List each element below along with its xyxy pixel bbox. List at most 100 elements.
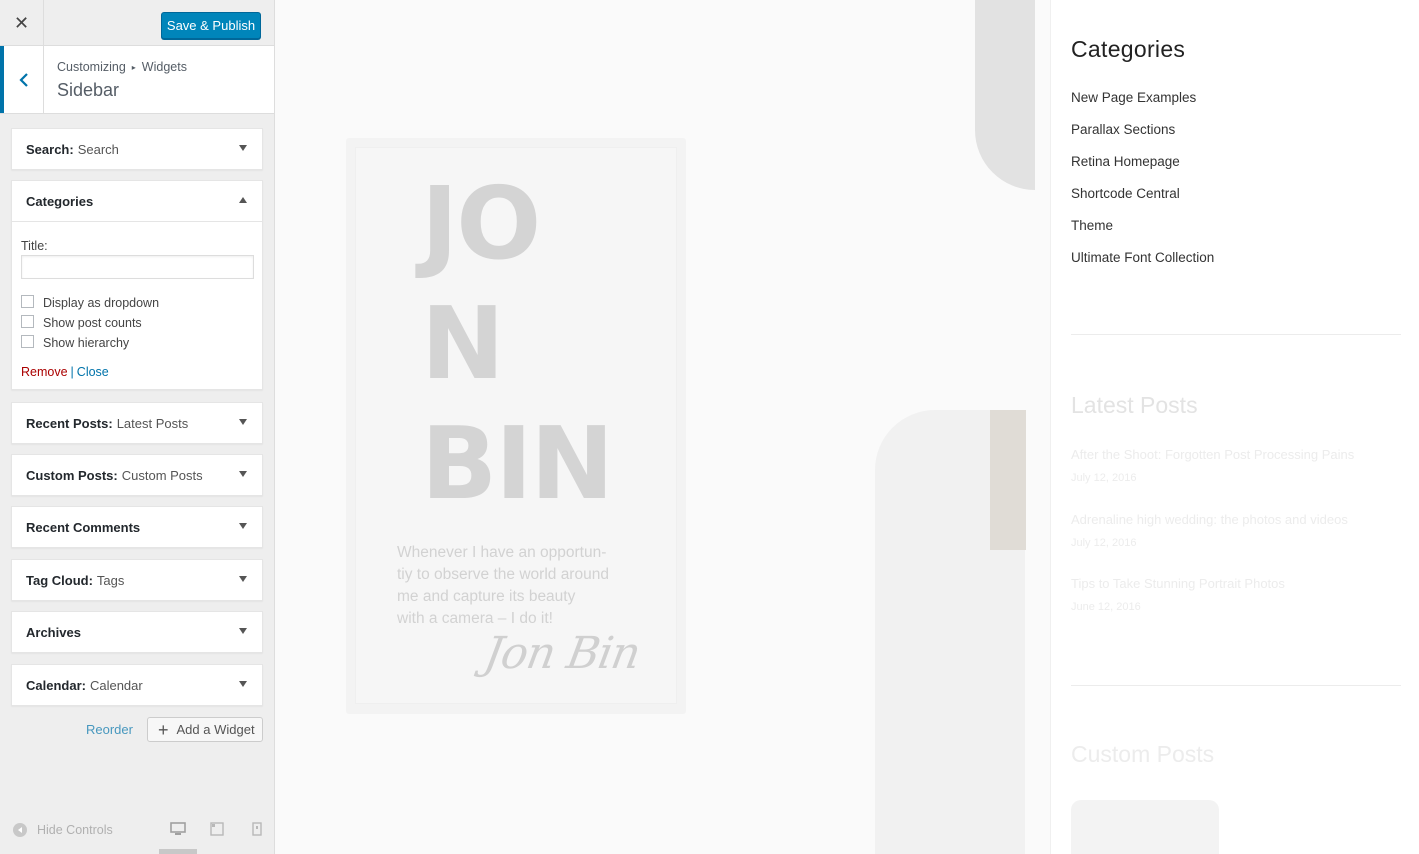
expand-arrow-icon[interactable] <box>239 471 247 477</box>
desktop-preview-icon[interactable] <box>170 822 186 836</box>
widget-title: Tags <box>96 572 125 588</box>
expand-arrow-icon[interactable] <box>239 523 247 529</box>
widget-title: Latest Posts <box>116 415 189 431</box>
collapse-icon <box>13 823 27 837</box>
expand-arrow-icon[interactable] <box>239 419 247 425</box>
widget-recent-comments[interactable]: Recent Comments <box>11 506 263 548</box>
breadcrumb-root: Customizing <box>57 60 126 74</box>
widget-recent-posts[interactable]: Recent Posts: Latest Posts <box>11 402 263 444</box>
widget-name: Tag Cloud: <box>26 572 93 588</box>
latest-post-item[interactable]: After the Shoot: Forgotten Post Processi… <box>1071 447 1354 484</box>
hero-photo-hat <box>975 0 1035 190</box>
hero-quote-line: with a camera – I do it! <box>397 610 553 627</box>
hero-quote-line: tiy to observe the world around <box>397 566 609 583</box>
customizer-topbar: ✕ Save & Publish <box>0 0 274 46</box>
post-title[interactable]: Adrenaline high wedding: the photos and … <box>1071 512 1348 527</box>
custom-post-thumbnail[interactable] <box>1071 800 1219 854</box>
categories-heading: Categories <box>1071 36 1186 62</box>
custom-posts-heading: Custom Posts <box>1071 741 1215 767</box>
back-button[interactable] <box>0 46 44 113</box>
widget-search[interactable]: Search: Search <box>11 128 263 170</box>
close-icon: ✕ <box>13 12 30 34</box>
category-link[interactable]: Ultimate Font Collection <box>1071 250 1214 282</box>
plus-icon: + <box>158 719 169 740</box>
sidebar-divider <box>1050 0 1051 854</box>
hide-controls-label: Hide Controls <box>37 823 113 837</box>
actions-separator: | <box>70 365 74 379</box>
expand-arrow-icon[interactable] <box>239 576 247 582</box>
footer-controls: Hide Controls <box>0 818 274 854</box>
expand-arrow-icon[interactable] <box>239 681 247 687</box>
section-divider <box>1071 334 1401 335</box>
title-label: Title: <box>21 239 48 253</box>
widget-actions: Remove | Close <box>21 365 253 379</box>
section-divider <box>1071 685 1401 686</box>
expand-arrow-icon[interactable] <box>239 628 247 634</box>
post-title[interactable]: Tips to Take Stunning Portrait Photos <box>1071 576 1285 591</box>
category-link[interactable]: Parallax Sections <box>1071 122 1214 154</box>
checkbox[interactable] <box>21 334 34 348</box>
add-widget-button[interactable]: + Add a Widget <box>147 717 263 742</box>
hero-quote-line: me and capture its beauty <box>397 588 576 605</box>
hero-name-line2: N <box>421 285 505 402</box>
remove-link[interactable]: Remove <box>21 365 68 379</box>
post-date: June 12, 2016 <box>1071 601 1141 613</box>
breadcrumb: Customizing ▸ Widgets <box>57 60 187 74</box>
widget-tag-cloud[interactable]: Tag Cloud: Tags <box>11 559 263 601</box>
hide-controls-button[interactable]: Hide Controls <box>13 823 113 837</box>
post-date: July 12, 2016 <box>1071 537 1137 549</box>
checkbox-label: Show post counts <box>43 316 142 330</box>
active-device-indicator <box>159 849 197 854</box>
post-title[interactable]: After the Shoot: Forgotten Post Processi… <box>1071 447 1354 462</box>
mobile-preview-icon[interactable] <box>249 822 265 836</box>
latest-post-item[interactable]: Adrenaline high wedding: the photos and … <box>1071 512 1348 549</box>
widget-name: Search: <box>26 141 74 157</box>
tablet-preview-icon[interactable] <box>209 822 225 836</box>
widget-name: Recent Posts: <box>26 415 113 431</box>
checkbox[interactable] <box>21 294 34 308</box>
category-link[interactable]: Theme <box>1071 218 1214 250</box>
reorder-link[interactable]: Reorder <box>86 722 133 737</box>
section-title: Sidebar <box>57 80 120 100</box>
breadcrumb-separator-icon: ▸ <box>131 62 136 72</box>
categories-list: New Page Examples Parallax Sections Reti… <box>1071 90 1214 282</box>
latest-post-item[interactable]: Tips to Take Stunning Portrait Photos Ju… <box>1071 576 1285 613</box>
checkbox-label: Display as dropdown <box>43 296 160 310</box>
site-preview: JO N BIN Whenever I have an opportun- ti… <box>275 0 1419 854</box>
expand-arrow-icon[interactable] <box>239 145 247 151</box>
hero-signature: Jon Bin <box>480 628 644 679</box>
collapse-arrow-icon[interactable] <box>239 197 247 203</box>
widget-name: Recent Comments <box>26 519 141 535</box>
customizer-panel: ✕ Save & Publish Customizing ▸ Widgets S… <box>0 0 275 854</box>
add-widget-label: Add a Widget <box>176 722 255 737</box>
chevron-left-icon <box>18 72 28 87</box>
checkbox-show-hierarchy[interactable]: Show hierarchy <box>21 333 253 353</box>
post-date: July 12, 2016 <box>1071 472 1137 484</box>
hero-quote: Whenever I have an opportun- tiy to obse… <box>397 542 637 630</box>
section-header: Customizing ▸ Widgets Sidebar <box>0 46 274 114</box>
widget-categories-header[interactable]: Categories <box>12 181 262 221</box>
checkbox-show-post-counts[interactable]: Show post counts <box>21 313 253 333</box>
widget-title: Custom Posts <box>121 467 203 483</box>
title-input[interactable] <box>21 255 254 279</box>
widget-name: Archives <box>26 624 81 640</box>
widget-calendar[interactable]: Calendar: Calendar <box>11 664 263 706</box>
category-link[interactable]: New Page Examples <box>1071 90 1214 122</box>
close-link[interactable]: Close <box>77 365 109 379</box>
category-link[interactable]: Shortcode Central <box>1071 186 1214 218</box>
widget-title: Search <box>77 141 119 157</box>
widget-categories: Categories Title: Display as dropdown Sh… <box>11 180 263 390</box>
checkbox[interactable] <box>21 314 34 328</box>
hero-name-line3: BIN <box>421 405 614 522</box>
close-customizer-button[interactable]: ✕ <box>0 0 44 46</box>
category-link[interactable]: Retina Homepage <box>1071 154 1214 186</box>
widget-archives[interactable]: Archives <box>11 611 263 653</box>
widget-name: Categories <box>26 193 94 209</box>
save-publish-button[interactable]: Save & Publish <box>161 12 261 39</box>
breadcrumb-leaf: Widgets <box>141 60 187 74</box>
widget-custom-posts[interactable]: Custom Posts: Custom Posts <box>11 454 263 496</box>
checkbox-display-dropdown[interactable]: Display as dropdown <box>21 293 253 313</box>
widget-name: Custom Posts: <box>26 467 118 483</box>
hero-quote-line: Whenever I have an opportun- <box>397 544 607 561</box>
checkbox-label: Show hierarchy <box>43 336 130 350</box>
